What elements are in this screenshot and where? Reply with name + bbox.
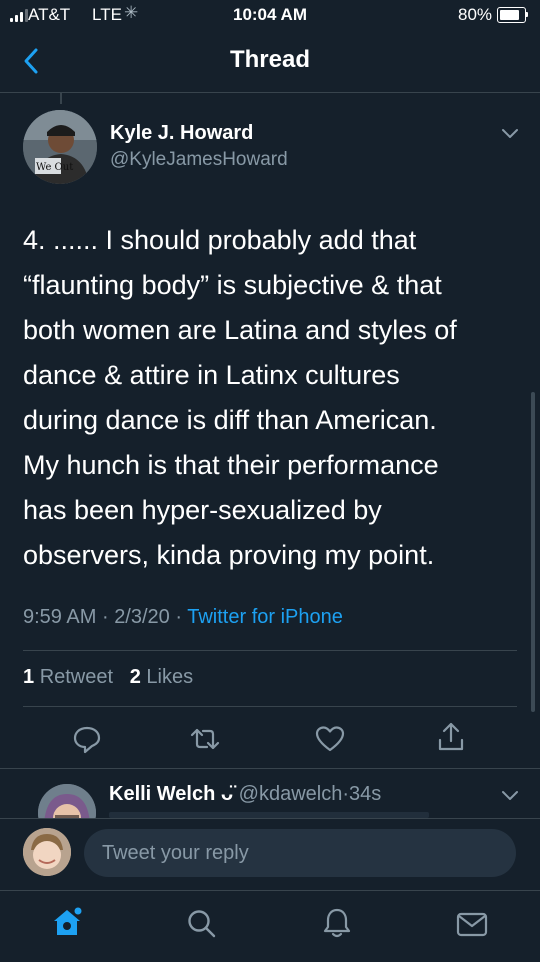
scrollbar[interactable] [531,392,535,712]
avatar-logo-text: We Out [36,162,73,173]
own-profile-photo [23,828,71,876]
tweet-line: during dance is diff than American. [23,405,437,435]
reply-author-name[interactable]: Kelli Welch [109,783,215,805]
retweet-label: Retweet [39,666,114,688]
author-handle[interactable]: @KyleJamesHoward [110,149,288,171]
chevron-down-icon[interactable] [501,127,519,139]
retweet-count: 1 [23,666,35,688]
chevron-down-icon[interactable] [501,789,519,801]
battery-nub [526,12,528,17]
meta-separator: · [101,606,109,628]
tweet-time: 9:59 AM [23,606,97,628]
tweet-line: dance & attire in Latinx cultures [23,360,400,390]
reply-input[interactable] [84,829,516,877]
tweet-line: observers, kinda proving my point. [23,540,435,570]
reply-timestamp: 34s [349,783,382,805]
tweet-line: My hunch is that their performance [23,450,439,480]
like-label: Likes [146,666,194,688]
reply-icon[interactable] [70,722,104,756]
divider [0,768,540,769]
tweet-metadata: 9:59 AM · 2/3/20 · Twitter for iPhone [23,606,343,629]
notifications-icon[interactable] [320,906,354,940]
reply-name-emoji: ᴗ̈ [220,783,234,805]
battery-icon [497,7,526,23]
page-title: Thread [229,46,310,73]
likes-link[interactable]: 2 Likes [130,666,193,688]
divider [23,650,517,651]
tweet-line: has been hyper-sexualized by [23,495,382,525]
divider [23,706,517,707]
engagement-stats: 1 Retweet 2 Likes [23,666,193,689]
tweet-source-link[interactable]: Twitter for iPhone [187,606,343,628]
battery-percentage: 80% [458,5,493,24]
profile-photo: We Out [23,110,97,184]
like-icon[interactable] [313,722,347,756]
avatar[interactable]: We Out [23,110,97,184]
top-navigation-bar: Thread [0,32,540,93]
tweet-line: “flaunting body” is subjective & that [23,270,442,300]
reply-author-handle[interactable]: @kdawelch [239,783,343,805]
like-count: 2 [129,666,141,688]
status-bar: AT&T LTE ✳ 10:04 AM 80% [0,0,540,32]
messages-icon[interactable] [455,907,489,941]
tweet-body: 4. ...... I should probably add that “fl… [23,218,523,578]
home-icon[interactable] [50,905,84,939]
share-icon[interactable] [434,720,468,754]
reply-header: Kelli Welch ᴗ̈ @kdawelch·34s [109,783,381,806]
retweets-link[interactable]: 1 Retweet [23,666,113,688]
meta-separator: · [175,606,183,628]
tweet-date: 2/3/20 [114,606,170,628]
own-avatar[interactable] [23,828,71,876]
search-icon[interactable] [185,907,219,941]
tweet-line: 4. ...... I should probably add that [23,225,417,255]
author-name[interactable]: Kyle J. Howard [110,122,253,145]
retweet-icon[interactable] [188,722,222,756]
thread-connector-line [60,92,62,104]
tweet-line: both women are Latina and styles of [23,315,457,345]
